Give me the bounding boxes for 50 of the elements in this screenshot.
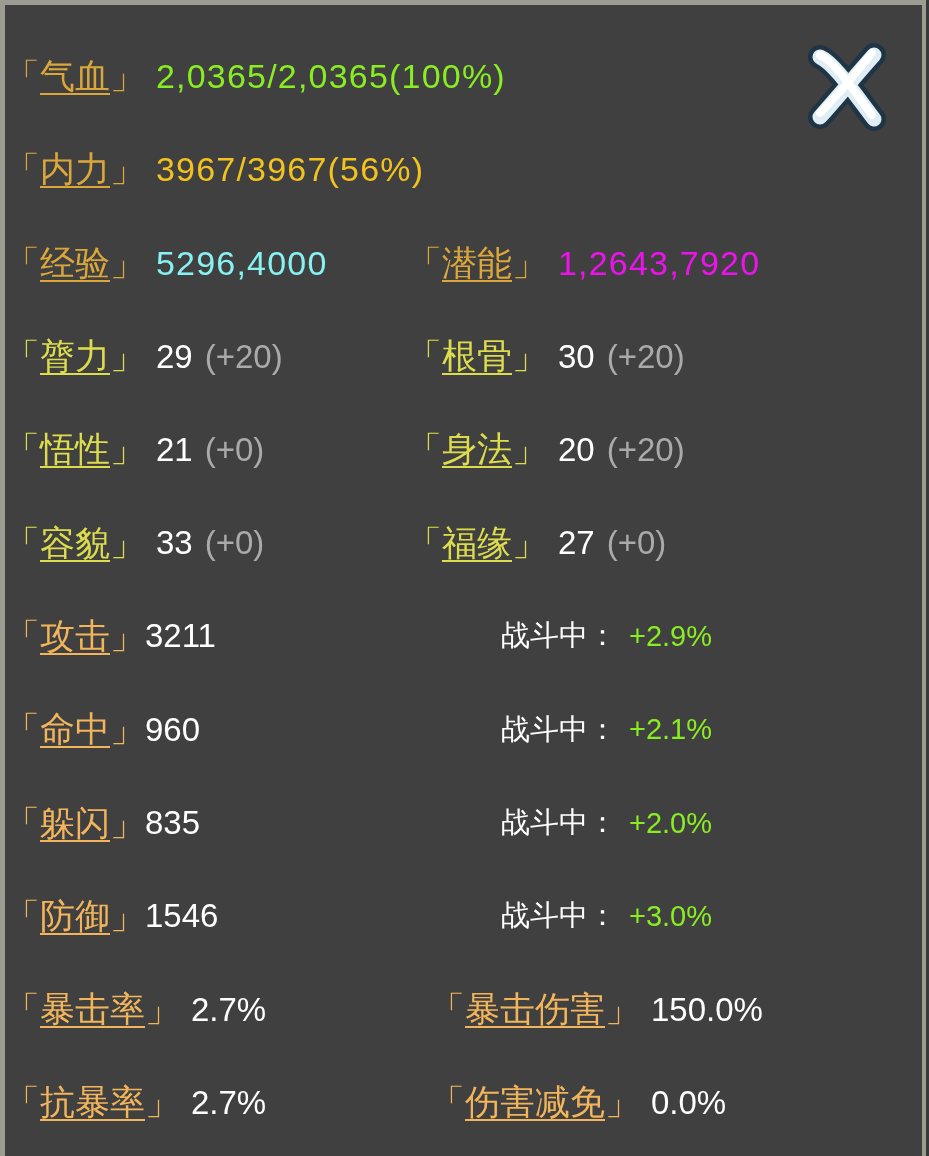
stat-value: 30: [558, 337, 595, 376]
stat-value: 3211: [145, 617, 216, 656]
bonus-value: (+0): [606, 524, 667, 563]
stat-value: 2,0365/2,0365(100%): [156, 57, 506, 97]
battle-bonus: +2.9%: [629, 619, 713, 653]
stat-link[interactable]: 「悟性」: [5, 426, 145, 474]
battle-label: 战斗中：: [501, 711, 617, 747]
stat-value: 0.0%: [651, 1083, 727, 1122]
stat-value: 1,2643,7920: [558, 243, 761, 283]
bonus-value: (+20): [204, 337, 283, 376]
bonus-value: (+20): [606, 430, 685, 469]
stat-link[interactable]: 「膂力」: [5, 333, 145, 381]
stat-link[interactable]: 「潜能」: [407, 239, 547, 287]
stat-value: 5296,4000: [156, 243, 328, 283]
stat-link[interactable]: 「命中」: [5, 706, 145, 754]
stat-link[interactable]: 「身法」: [407, 426, 547, 474]
stat-link[interactable]: 「防御」: [5, 892, 145, 940]
stat-link[interactable]: 「躲闪」: [5, 799, 145, 847]
stat-link[interactable]: 「暴击伤害」: [430, 986, 640, 1034]
stat-value: 835: [145, 804, 201, 842]
stat-value: 33: [156, 524, 193, 563]
stat-link[interactable]: 「内力」: [5, 146, 145, 194]
stat-value: 3967/3967(56%): [156, 150, 425, 190]
stat-value: 27: [558, 524, 595, 563]
battle-label: 战斗中：: [501, 805, 617, 840]
battle-bonus: +3.0%: [629, 899, 713, 933]
battle-label: 战斗中：: [501, 618, 617, 654]
stat-link[interactable]: 「根骨」: [407, 333, 547, 381]
stat-value: 1546: [145, 897, 219, 936]
stat-value: 20: [558, 430, 595, 469]
stat-value: 2.7%: [191, 1083, 267, 1122]
stat-link[interactable]: 「容貌」: [5, 519, 145, 567]
stat-link[interactable]: 「气血」: [5, 53, 145, 101]
stat-link[interactable]: 「暴击率」: [5, 986, 180, 1034]
stat-link[interactable]: 「抗暴率」: [5, 1079, 180, 1127]
stat-value: 29: [156, 337, 193, 376]
bonus-value: (+0): [204, 430, 265, 469]
stat-link[interactable]: 「福缘」: [407, 519, 547, 567]
stat-value: 21: [156, 430, 193, 469]
stat-link[interactable]: 「攻击」: [5, 612, 145, 660]
battle-bonus: +2.0%: [629, 806, 713, 840]
bonus-value: (+20): [606, 337, 685, 376]
stat-link[interactable]: 「经验」: [5, 239, 145, 287]
stat-value: 150.0%: [651, 990, 763, 1029]
battle-bonus: +2.1%: [629, 713, 713, 747]
stat-value: 2.7%: [191, 990, 267, 1029]
stat-value: 960: [145, 710, 201, 749]
bonus-value: (+0): [204, 524, 265, 563]
battle-label: 战斗中：: [501, 898, 617, 934]
stat-link[interactable]: 「伤害减免」: [430, 1079, 640, 1127]
